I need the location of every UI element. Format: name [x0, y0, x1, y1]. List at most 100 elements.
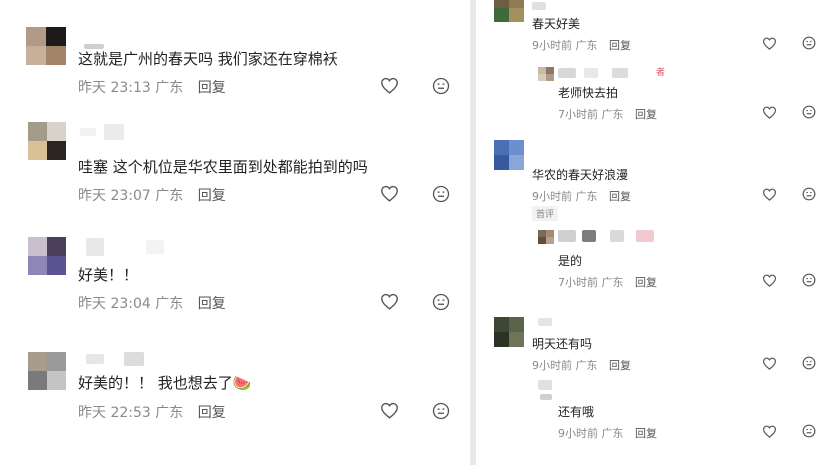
comment-meta: 7小时前 广东 回复 [558, 274, 657, 290]
comment-location: 广东 [155, 80, 184, 96]
dislike-face-icon[interactable] [802, 36, 816, 50]
heart-outline-icon[interactable] [762, 188, 777, 201]
reply-button[interactable]: 回复 [609, 359, 631, 372]
heart-outline-icon[interactable] [380, 77, 399, 94]
reply-button[interactable]: 回复 [198, 188, 226, 204]
dislike-face-icon[interactable] [432, 293, 450, 311]
avatar[interactable] [538, 67, 554, 81]
heart-outline-icon[interactable] [762, 106, 777, 119]
reply-button[interactable]: 回复 [198, 296, 226, 312]
username-blurred[interactable] [612, 68, 628, 78]
username-blurred[interactable] [636, 230, 654, 242]
comment-text-content: 好美的！！ 我也想去了 [78, 374, 233, 392]
comment-date: 昨天 [78, 80, 106, 96]
comment-text: 好美的！！ 我也想去了🍉 [78, 372, 251, 393]
comment-meta: 昨天 23:04 广东 回复 [78, 293, 226, 313]
reply-button[interactable]: 回复 [198, 80, 226, 96]
comment-text: 明天还有吗 [532, 337, 593, 351]
username-blurred[interactable] [610, 230, 624, 242]
comment-time: 7小时前 [558, 108, 598, 121]
username-blurred[interactable] [558, 68, 576, 78]
avatar[interactable] [28, 237, 66, 275]
comment-location: 广东 [575, 190, 598, 203]
comment-text: 华农的春天好浪漫 [532, 168, 629, 182]
comment-location: 广东 [155, 405, 184, 421]
avatar[interactable] [28, 352, 66, 390]
comment-location: 广东 [575, 39, 598, 52]
reply-button[interactable]: 回复 [609, 190, 631, 203]
reply-button[interactable]: 回复 [635, 276, 657, 289]
comment-meta: 9小时前 广东 回复 [532, 357, 631, 373]
comment-meta: 昨天 23:13 广东 回复 [78, 77, 226, 97]
comment-time: 9小时前 [532, 39, 572, 52]
comment-location: 广东 [601, 276, 624, 289]
username-blurred[interactable] [540, 394, 552, 400]
author-tag: 者 [656, 68, 666, 78]
comment-time: 9小时前 [558, 427, 598, 440]
comment-time: 22:53 [110, 405, 151, 421]
heart-outline-icon[interactable] [762, 357, 777, 370]
reply-button[interactable]: 回复 [635, 427, 657, 440]
comment-location: 广东 [155, 296, 184, 312]
comment-location: 广东 [601, 108, 624, 121]
comment-date: 昨天 [78, 296, 106, 312]
avatar[interactable] [494, 317, 524, 347]
reply-button[interactable]: 回复 [635, 108, 657, 121]
avatar[interactable] [28, 122, 66, 160]
comment-meta: 昨天 22:53 广东 回复 [78, 402, 226, 422]
comment-text: 哇塞 这个机位是华农里面到处都能拍到的吗 [78, 158, 368, 176]
comment-text: 好美！！ [78, 266, 139, 284]
username-blurred[interactable] [104, 124, 124, 140]
username-blurred[interactable] [80, 128, 96, 136]
comment-text: 老师快去拍 [558, 86, 619, 100]
dislike-face-icon[interactable] [802, 105, 816, 119]
username-blurred[interactable] [124, 352, 144, 366]
reply-button[interactable]: 回复 [198, 405, 226, 421]
avatar[interactable] [494, 0, 524, 22]
username-blurred[interactable] [86, 238, 104, 256]
heart-outline-icon[interactable] [380, 402, 399, 419]
comment-meta: 昨天 23:07 广东 回复 [78, 185, 226, 205]
avatar[interactable] [538, 230, 554, 244]
dislike-face-icon[interactable] [432, 185, 450, 203]
comment-text: 春天好美 [532, 17, 581, 31]
reply-button[interactable]: 回复 [609, 39, 631, 52]
username-blurred[interactable] [584, 68, 598, 78]
heart-outline-icon[interactable] [380, 185, 399, 202]
username-blurred[interactable] [558, 230, 576, 242]
username-blurred[interactable] [582, 230, 596, 242]
heart-outline-icon[interactable] [762, 425, 777, 438]
dislike-face-icon[interactable] [802, 424, 816, 438]
comment-meta: 9小时前 广东 回复 [532, 188, 631, 204]
dislike-face-icon[interactable] [802, 356, 816, 370]
username-blurred[interactable] [538, 318, 552, 326]
comment-location: 广东 [155, 188, 184, 204]
dislike-face-icon[interactable] [432, 77, 450, 95]
dislike-face-icon[interactable] [432, 402, 450, 420]
username-blurred[interactable] [86, 354, 104, 364]
comment-time: 23:13 [110, 80, 151, 96]
comment-time: 9小时前 [532, 359, 572, 372]
username-blurred[interactable] [532, 2, 546, 10]
avatar[interactable] [494, 140, 524, 170]
comment-location: 广东 [601, 427, 624, 440]
comment-text: 这就是广州的春天吗 我们家还在穿棉袄 [78, 50, 338, 68]
comment-time: 7小时前 [558, 276, 598, 289]
username-blurred[interactable] [146, 240, 164, 254]
first-comment-badge: 首评 [532, 206, 559, 221]
left-comment-panel: 这就是广州的春天吗 我们家还在穿棉袄 昨天 23:13 广东 回复 哇塞 这个机… [0, 0, 470, 465]
right-comment-panel: 春天好美 9小时前 广东 回复 者 老师快去拍 7小时前 广东 回复 华农的春天… [476, 0, 834, 465]
dislike-face-icon[interactable] [802, 273, 816, 287]
heart-outline-icon[interactable] [762, 274, 777, 287]
avatar[interactable] [26, 27, 66, 65]
dislike-face-icon[interactable] [802, 187, 816, 201]
comment-text: 还有哦 [558, 405, 595, 419]
heart-outline-icon[interactable] [762, 37, 777, 50]
comment-time: 23:07 [110, 188, 151, 204]
heart-outline-icon[interactable] [380, 293, 399, 310]
username-blurred[interactable] [538, 380, 552, 390]
emoji-sticker: 🍉 [232, 374, 252, 392]
comment-meta: 9小时前 广东 回复 [558, 425, 657, 441]
comment-time: 9小时前 [532, 190, 572, 203]
comment-time: 23:04 [110, 296, 151, 312]
